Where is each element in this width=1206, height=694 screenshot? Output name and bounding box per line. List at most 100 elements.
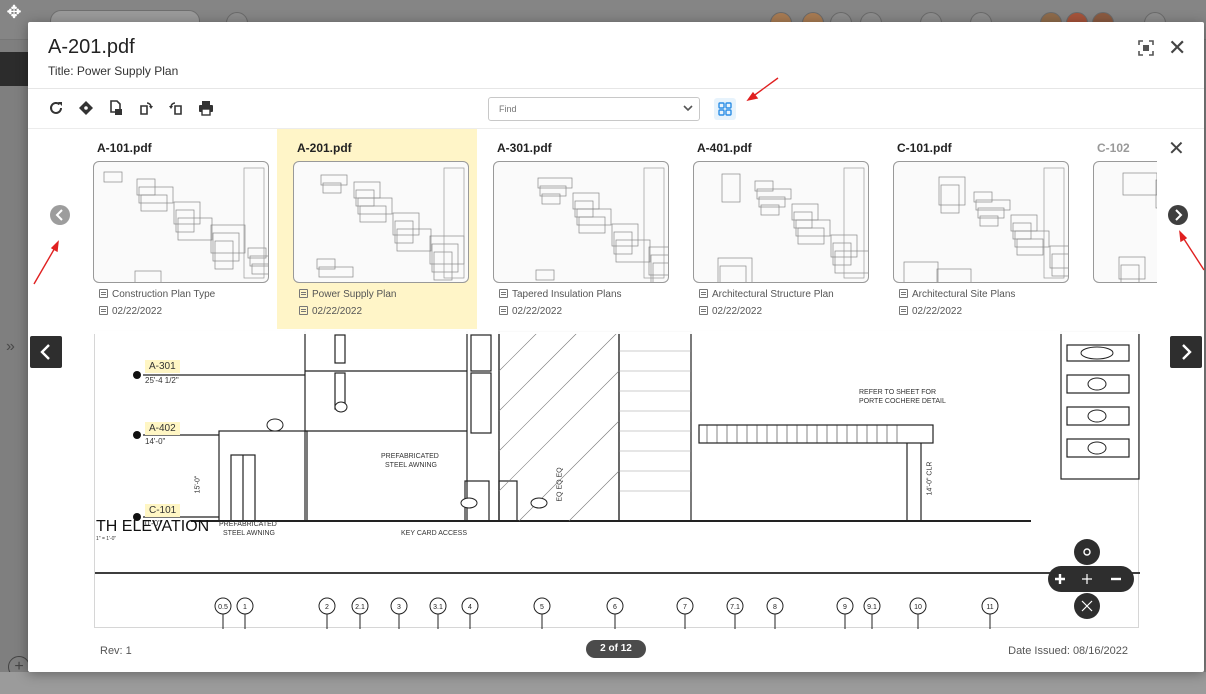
calendar-icon bbox=[299, 306, 308, 315]
thumbnail-image[interactable] bbox=[1093, 161, 1157, 283]
calendar-icon bbox=[899, 306, 908, 315]
thumbnail-strip: ✕ A-101.pdf Construction Plan Type 02/22… bbox=[28, 128, 1204, 334]
zoom-reset-button[interactable] bbox=[1074, 539, 1100, 565]
move-cursor-icon: ✥ bbox=[6, 2, 22, 22]
grid-view-icon bbox=[718, 102, 732, 116]
elevation-title: TH ELEVATION bbox=[96, 518, 210, 535]
close-strip-button[interactable]: ✕ bbox=[1168, 139, 1185, 159]
grid-bubble-label: 7.1 bbox=[730, 604, 740, 611]
thumbnail-card-partial[interactable]: C-102 bbox=[1077, 129, 1157, 329]
thumbnail-date: 02/22/2022 bbox=[499, 306, 562, 317]
grid-view-button[interactable] bbox=[714, 98, 736, 120]
thumbnail-filename: C-101.pdf bbox=[897, 141, 952, 155]
grid-bubble-label: 6 bbox=[613, 604, 617, 611]
thumbnail-date: 02/22/2022 bbox=[899, 306, 962, 317]
thumbnail-date: 02/22/2022 bbox=[299, 306, 362, 317]
find-select[interactable] bbox=[488, 97, 700, 121]
document-type-icon bbox=[699, 289, 708, 298]
thumbnail-drawing bbox=[1118, 172, 1157, 282]
level-elevation: 14'-0" bbox=[145, 437, 166, 446]
close-modal-button[interactable]: ✕ bbox=[1168, 37, 1186, 59]
elevation-scale: 1" = 1'-0" bbox=[96, 536, 117, 542]
background-expand-icon: » bbox=[6, 338, 15, 355]
previous-page-button[interactable] bbox=[30, 336, 62, 368]
grid-bubble-label: 4 bbox=[468, 604, 472, 611]
date-issued-label: Date Issued: 08/16/2022 bbox=[1008, 645, 1128, 657]
thumbnail-drawing bbox=[535, 167, 668, 282]
calendar-icon bbox=[499, 306, 508, 315]
level-elevation: 25'-4 1/2" bbox=[145, 376, 179, 385]
drawing-note: PREFABRICATED bbox=[219, 521, 277, 528]
background-bottom-strip bbox=[0, 672, 1206, 694]
rotate-right-icon[interactable] bbox=[138, 100, 154, 116]
file-compare-icon[interactable] bbox=[108, 100, 124, 116]
viewer-toolbar bbox=[48, 96, 214, 120]
document-type-icon bbox=[499, 289, 508, 298]
calendar-icon bbox=[99, 306, 108, 315]
grid-bubble-label: 10 bbox=[914, 604, 922, 611]
grid-bubble-label: 2 bbox=[325, 604, 329, 611]
document-type-icon bbox=[899, 289, 908, 298]
drawing-note: STEEL AWNING bbox=[385, 462, 437, 469]
thumbnail-type: Architectural Structure Plan bbox=[699, 289, 834, 300]
chevron-down-icon[interactable] bbox=[682, 102, 694, 114]
drawing-note: KEY CARD ACCESS bbox=[401, 530, 468, 537]
thumbnail-type: Construction Plan Type bbox=[99, 289, 215, 300]
thumbnail-card[interactable]: C-101.pdf Architectural Site Plans 02/22… bbox=[877, 129, 1077, 329]
thumbnail-date: 02/22/2022 bbox=[99, 306, 162, 317]
grid-bubble-label: 5 bbox=[540, 604, 544, 611]
thumbnail-image[interactable] bbox=[893, 161, 1069, 283]
fullscreen-icon[interactable] bbox=[1138, 40, 1154, 56]
background-sidebar-item bbox=[0, 52, 30, 86]
chevron-left-icon bbox=[55, 209, 63, 221]
drawing-note: PREFABRICATED bbox=[381, 453, 439, 460]
calendar-icon bbox=[699, 306, 708, 315]
revision-label: Rev: 1 bbox=[100, 645, 132, 657]
next-page-button[interactable] bbox=[1170, 336, 1202, 368]
thumbnail-card-selected[interactable]: A-201.pdf Power Supply Plan 02/22/2022 bbox=[277, 129, 477, 329]
grid-bubble-label: 2.1 bbox=[355, 604, 365, 611]
drawing-sheet[interactable]: 0.5 1 2 2.1 3 3.1 4 5 6 7 7.1 8 9 9.1 10 11 A-301 25'-4… bbox=[94, 330, 1140, 629]
page-indicator: 2 of 12 bbox=[586, 640, 646, 658]
thumbnail-type: Power Supply Plan bbox=[299, 289, 397, 300]
grid-bubble-label: 7 bbox=[683, 604, 687, 611]
thumbnail-image[interactable] bbox=[693, 161, 869, 283]
thumbnail-type: Tapered Insulation Plans bbox=[499, 289, 622, 300]
level-tag[interactable]: A-402 bbox=[145, 422, 180, 435]
level-tag[interactable]: C-101 bbox=[145, 504, 181, 517]
thumbnail-filename: A-101.pdf bbox=[97, 141, 152, 155]
strip-previous-button[interactable] bbox=[50, 205, 70, 225]
rotate-left-icon[interactable] bbox=[168, 100, 184, 116]
refresh-icon[interactable] bbox=[48, 100, 64, 116]
chevron-right-icon bbox=[1175, 209, 1183, 221]
thumbnail-filename: A-301.pdf bbox=[497, 141, 552, 155]
thumbnail-image[interactable] bbox=[93, 161, 269, 283]
zoom-controls bbox=[1048, 539, 1134, 619]
header-divider bbox=[28, 88, 1204, 89]
grid-bubble-label: 3 bbox=[397, 604, 401, 611]
elevation-drawing: 0.5 1 2 2.1 3 3.1 4 5 6 7 7.1 8 9 9.1 10 11 bbox=[95, 330, 1140, 629]
thumbnail-image[interactable] bbox=[493, 161, 669, 283]
thumbnail-drawing bbox=[103, 167, 268, 282]
thumbnail-card[interactable]: A-401.pdf Architectural Structure Plan 0… bbox=[677, 129, 877, 329]
grid-bubble-label: 9.1 bbox=[867, 604, 877, 611]
tag-icon[interactable] bbox=[78, 100, 94, 116]
thumbnail-drawing bbox=[903, 167, 1068, 282]
chevron-left-icon bbox=[40, 344, 50, 360]
level-tag[interactable]: A-301 bbox=[145, 360, 180, 373]
thumbnail-card[interactable]: A-101.pdf Construction Plan Type 02/22/2… bbox=[77, 129, 277, 329]
print-icon[interactable] bbox=[198, 100, 214, 116]
grid-bubble-label: 11 bbox=[986, 604, 993, 611]
grid-bubble-label: 8 bbox=[773, 604, 777, 611]
grid-bubble-label: 3.1 bbox=[433, 604, 443, 611]
grid-bubble-label: 0.5 bbox=[218, 604, 228, 611]
thumbnail-filename: A-201.pdf bbox=[297, 141, 352, 155]
thumbnail-image[interactable] bbox=[293, 161, 469, 283]
drawing-note: STEEL AWNING bbox=[223, 530, 275, 537]
strip-next-button[interactable] bbox=[1168, 205, 1188, 225]
document-viewer-modal: A-201.pdf Title: Power Supply Plan ✕ Fin… bbox=[28, 22, 1204, 672]
grid-bubble-label: 9 bbox=[843, 604, 847, 611]
thumbnail-drawing bbox=[316, 167, 465, 281]
thumbnail-card[interactable]: A-301.pdf Tapered Insulation Plans 02/22… bbox=[477, 129, 677, 329]
thumbnail-filename: C-102 bbox=[1097, 141, 1130, 155]
